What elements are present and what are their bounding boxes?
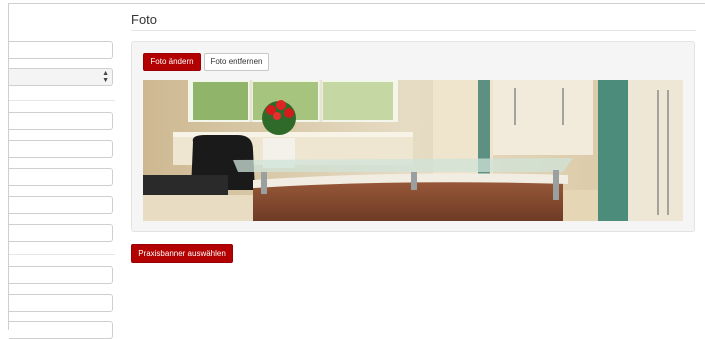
change-photo-button[interactable]: Foto ändern [143,53,201,71]
text-input-5[interactable] [9,196,113,214]
photo-panel: Foto ändern Foto entfernen [131,41,695,232]
text-input-9[interactable] [9,321,113,339]
text-input-7[interactable] [9,266,113,284]
select-banner-button[interactable]: Praxisbanner auswählen [131,244,233,263]
text-input-4[interactable] [9,168,113,186]
form-column: ▲ ▼ [9,0,117,339]
section-title-rule [131,30,696,31]
section-title: Foto [131,12,158,27]
text-input-6[interactable] [9,224,113,242]
practice-photo [143,80,683,221]
select-arrows-icon: ▲ ▼ [102,70,109,84]
text-input-8[interactable] [9,294,113,312]
select-input[interactable]: ▲ ▼ [9,68,113,86]
text-input-3[interactable] [9,140,113,158]
form-divider [9,100,115,101]
text-input-2[interactable] [9,112,113,130]
text-input-1[interactable] [9,41,113,59]
remove-photo-button[interactable]: Foto entfernen [204,53,269,71]
form-divider [9,254,115,255]
